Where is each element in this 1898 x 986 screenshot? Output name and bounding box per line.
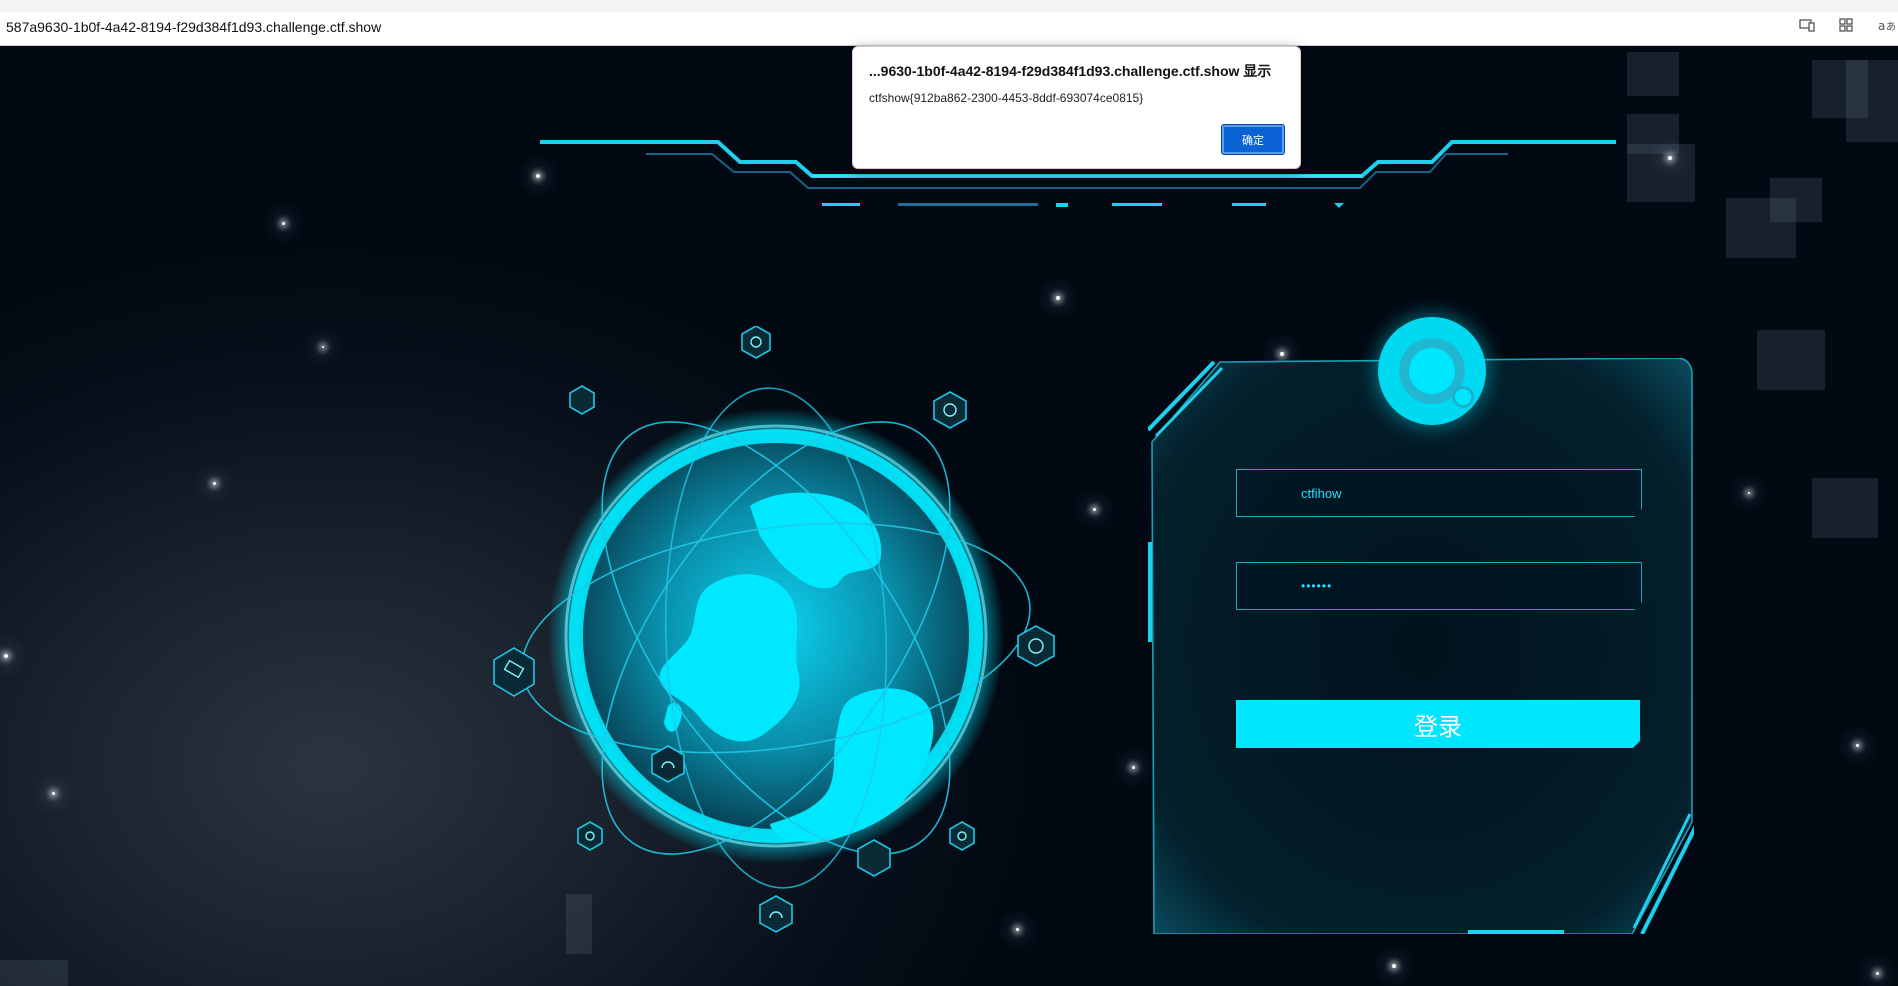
star [322, 346, 324, 348]
star [1876, 972, 1879, 975]
alert-ok-button[interactable]: 确定 [1221, 124, 1285, 155]
browser-toolbar: 587a9630-1b0f-4a42-8194-f29d384f1d93.cha… [0, 0, 1898, 46]
star [52, 792, 55, 795]
avatar-dot [1455, 389, 1471, 405]
star [1093, 508, 1096, 511]
star [1856, 744, 1859, 747]
star [4, 654, 8, 658]
alert-message: ctfshow{912ba862-2300-4453-8ddf-693074ce… [869, 91, 1144, 105]
globe-illustration [493, 326, 1055, 933]
decor-square [1812, 478, 1878, 538]
decor-square [1757, 330, 1825, 390]
star [1280, 352, 1284, 356]
alert-title: ...9630-1b0f-4a42-8194-f29d384f1d93.chal… [869, 63, 1272, 79]
star [1392, 964, 1396, 968]
star [1132, 766, 1135, 769]
username-value: ctfihow [1301, 486, 1342, 501]
username-field[interactable]: ctfihow [1236, 469, 1642, 517]
device-icon[interactable] [1799, 18, 1815, 32]
avatar-logo [1378, 317, 1486, 425]
translate-icon[interactable]: aあ [1878, 18, 1896, 33]
tab-strip [0, 0, 1898, 12]
login-button[interactable]: 登录 [1236, 700, 1640, 748]
apps-icon[interactable] [1838, 18, 1854, 32]
svg-text:a: a [1878, 19, 1885, 32]
login-panel [1148, 358, 1694, 934]
address-bar-url[interactable]: 587a9630-1b0f-4a42-8194-f29d384f1d93.cha… [6, 19, 381, 35]
star [1056, 296, 1060, 300]
svg-text:あ: あ [1886, 21, 1896, 32]
star [1748, 492, 1750, 494]
password-field[interactable]: •••••• [1236, 562, 1642, 610]
page-background: ctfihow •••••• 登录 [0, 46, 1898, 986]
decor-square [0, 960, 68, 986]
avatar-core [1409, 348, 1455, 394]
star [213, 482, 216, 485]
password-value: •••••• [1301, 579, 1333, 593]
alert-dialog: ...9630-1b0f-4a42-8194-f29d384f1d93.chal… [852, 46, 1301, 169]
